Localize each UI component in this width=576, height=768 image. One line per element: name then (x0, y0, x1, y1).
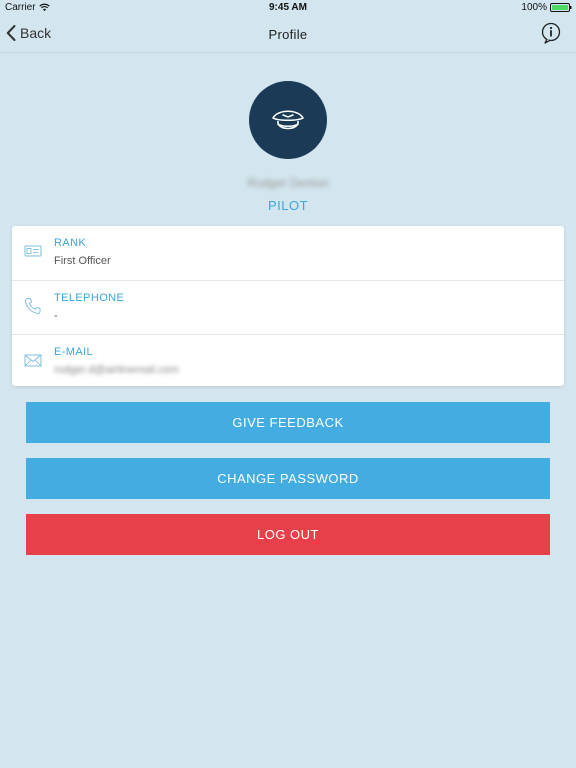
rank-value: First Officer (54, 255, 111, 267)
battery-percent: 100% (521, 2, 547, 13)
email-value[interactable]: rodger.d@airlinemail.com (54, 364, 179, 376)
telephone-label: TELEPHONE (54, 292, 125, 304)
id-card-icon (24, 245, 42, 257)
rank-label: RANK (54, 237, 87, 249)
change-password-button[interactable]: CHANGE PASSWORD (26, 458, 550, 499)
envelope-icon (24, 354, 42, 367)
rank-row: RANK First Officer (12, 226, 564, 279)
page-title: Profile (268, 27, 308, 42)
avatar (249, 81, 327, 159)
profile-role: PILOT (267, 198, 309, 213)
status-bar: Carrier 9:45 AM 100% (0, 0, 576, 16)
email-label: E-MAIL (54, 346, 94, 358)
telephone-value[interactable]: - (54, 310, 58, 322)
email-row: E-MAIL rodger.d@airlinemail.com (12, 334, 564, 387)
give-feedback-button[interactable]: GIVE FEEDBACK (26, 402, 550, 443)
info-icon[interactable] (540, 22, 562, 44)
pilot-cap-icon (272, 110, 304, 130)
log-out-button[interactable]: LOG OUT (26, 514, 550, 555)
phone-icon (25, 298, 41, 314)
status-battery: 100% (521, 2, 572, 13)
battery-icon (550, 3, 572, 12)
navigation-bar: Back Profile (0, 16, 576, 53)
profile-name: Rodger Denton (247, 176, 329, 190)
profile-details-card: RANK First Officer TELEPHONE - E-MAIL ro… (12, 226, 564, 386)
telephone-row: TELEPHONE - (12, 280, 564, 334)
status-time: 9:45 AM (269, 2, 307, 13)
